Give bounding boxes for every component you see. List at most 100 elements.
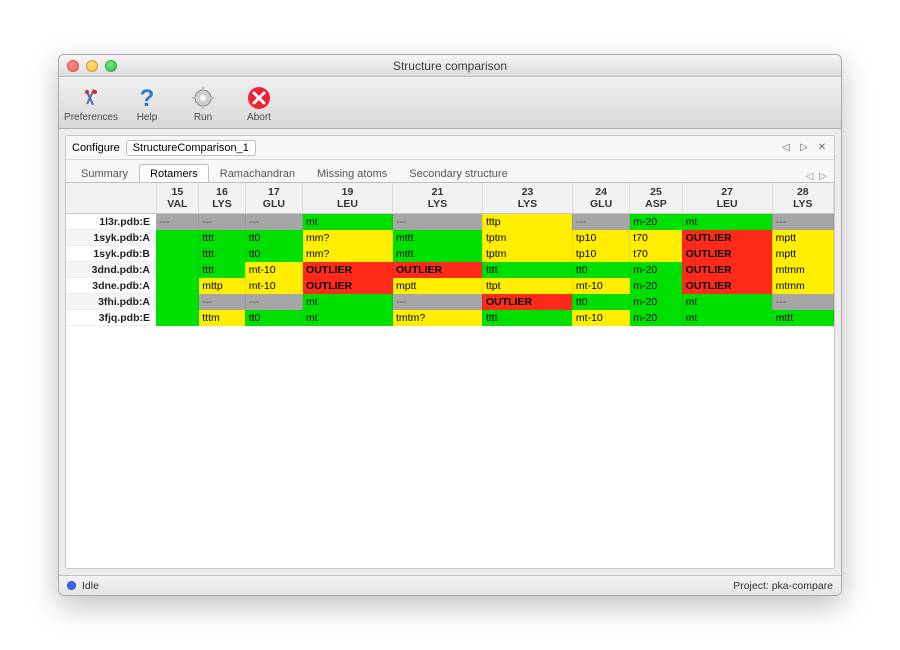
rotamer-cell[interactable]: tmtm? [393, 310, 483, 326]
rotamer-cell[interactable]: tp10 [572, 230, 629, 246]
rotamer-cell[interactable]: OUTLIER [393, 262, 483, 278]
row-header[interactable]: 3fjq.pdb:E [66, 310, 156, 326]
tab-secondary-structure[interactable]: Secondary structure [398, 164, 518, 183]
rotamer-cell[interactable]: tt0 [572, 262, 629, 278]
rotamer-cell[interactable]: OUTLIER [682, 262, 772, 278]
column-header[interactable]: 23LYS [482, 183, 572, 214]
rotamer-cell[interactable]: t70 [630, 246, 682, 262]
rotamer-cell[interactable]: mt [303, 214, 393, 230]
column-header[interactable]: 27LEU [682, 183, 772, 214]
tab-missing-atoms[interactable]: Missing atoms [306, 164, 398, 183]
rotamer-cell[interactable] [156, 310, 199, 326]
rotamer-cell[interactable]: tt0 [572, 294, 629, 310]
column-header[interactable]: 24GLU [572, 183, 629, 214]
rotamer-cell[interactable]: tttt [482, 262, 572, 278]
rotamer-cell[interactable]: m-20 [630, 310, 682, 326]
rotamer-cell[interactable]: --- [156, 214, 199, 230]
rotamer-cell[interactable]: --- [393, 294, 483, 310]
rotamer-cell[interactable] [156, 262, 199, 278]
rotamer-cell[interactable]: mptt [772, 230, 833, 246]
column-header[interactable]: 21LYS [393, 183, 483, 214]
column-header[interactable]: 16LYS [199, 183, 245, 214]
rotamer-cell[interactable]: ttpt [482, 278, 572, 294]
rotamer-cell[interactable]: tttm [199, 310, 245, 326]
rotamer-cell[interactable]: tttt [199, 230, 245, 246]
rotamer-cell[interactable]: mt-10 [245, 262, 302, 278]
rotamer-cell[interactable]: mt-10 [572, 310, 629, 326]
tab-scroll-right[interactable]: ▷ [816, 171, 830, 182]
rotamer-cell[interactable]: tttt [199, 262, 245, 278]
rotamer-cell[interactable]: mt [682, 294, 772, 310]
tab-ramachandran[interactable]: Ramachandran [209, 164, 306, 183]
run-button[interactable]: Run [179, 85, 227, 123]
tab-summary[interactable]: Summary [70, 164, 139, 183]
rotamer-cell[interactable]: t70 [630, 230, 682, 246]
rotamer-cell[interactable]: --- [199, 214, 245, 230]
rotamer-cell[interactable]: OUTLIER [303, 262, 393, 278]
row-header[interactable]: 3dne.pdb:A [66, 278, 156, 294]
row-header[interactable]: 1l3r.pdb:E [66, 214, 156, 230]
rotamer-cell[interactable]: m-20 [630, 278, 682, 294]
rotamer-cell[interactable] [156, 278, 199, 294]
rotamer-cell[interactable]: tp10 [572, 246, 629, 262]
rotamer-cell[interactable]: m-20 [630, 294, 682, 310]
rotamer-cell[interactable]: m-20 [630, 214, 682, 230]
rotamer-cell[interactable]: mt [303, 310, 393, 326]
rotamer-cell[interactable]: tttt [199, 246, 245, 262]
rotamer-table-wrap[interactable]: 15VAL16LYS17GLU19LEU21LYS23LYS24GLU25ASP… [66, 182, 834, 568]
help-button[interactable]: ? Help [123, 85, 171, 123]
rotamer-cell[interactable]: OUTLIER [303, 278, 393, 294]
rotamer-cell[interactable]: --- [572, 214, 629, 230]
rotamer-cell[interactable] [156, 246, 199, 262]
rotamer-cell[interactable]: tt0 [245, 230, 302, 246]
rotamer-cell[interactable]: tptm [482, 230, 572, 246]
tab-scroll-left[interactable]: ◁ [803, 171, 817, 182]
configure-select[interactable]: StructureComparison_1 [126, 140, 256, 156]
rotamer-cell[interactable]: tttp [482, 214, 572, 230]
rotamer-cell[interactable]: mttt [772, 310, 833, 326]
rotamer-cell[interactable]: OUTLIER [482, 294, 572, 310]
rotamer-cell[interactable]: OUTLIER [682, 278, 772, 294]
pane-close-button[interactable]: ✕ [816, 142, 828, 154]
row-header[interactable]: 3fhi.pdb:A [66, 294, 156, 310]
rotamer-cell[interactable]: mm? [303, 246, 393, 262]
pane-prev-button[interactable]: ◁ [780, 142, 792, 154]
column-header[interactable]: 15VAL [156, 183, 199, 214]
rotamer-cell[interactable]: tttt [482, 310, 572, 326]
rotamer-cell[interactable]: --- [245, 214, 302, 230]
rotamer-cell[interactable]: mtmm [772, 278, 833, 294]
column-header[interactable]: 17GLU [245, 183, 302, 214]
tab-rotamers[interactable]: Rotamers [139, 164, 209, 183]
rotamer-cell[interactable]: mt-10 [245, 278, 302, 294]
rotamer-cell[interactable] [156, 294, 199, 310]
rotamer-cell[interactable]: mt [682, 310, 772, 326]
column-header[interactable]: 25ASP [630, 183, 682, 214]
rotamer-cell[interactable]: --- [772, 214, 833, 230]
rotamer-cell[interactable]: mtmm [772, 262, 833, 278]
rotamer-cell[interactable]: tptm [482, 246, 572, 262]
rotamer-cell[interactable]: tt0 [245, 310, 302, 326]
rotamer-cell[interactable]: --- [772, 294, 833, 310]
rotamer-cell[interactable]: --- [245, 294, 302, 310]
pane-next-button[interactable]: ▷ [798, 142, 810, 154]
rotamer-cell[interactable]: mm? [303, 230, 393, 246]
rotamer-cell[interactable]: mt [303, 294, 393, 310]
preferences-button[interactable]: Preferences [67, 85, 115, 123]
rotamer-cell[interactable]: mttt [393, 230, 483, 246]
rotamer-cell[interactable]: mt [682, 214, 772, 230]
rotamer-cell[interactable]: mt-10 [572, 278, 629, 294]
rotamer-cell[interactable]: mttp [199, 278, 245, 294]
rotamer-cell[interactable]: OUTLIER [682, 230, 772, 246]
rotamer-cell[interactable]: mptt [772, 246, 833, 262]
row-header[interactable]: 1syk.pdb:B [66, 246, 156, 262]
row-header[interactable]: 3dnd.pdb:A [66, 262, 156, 278]
row-header[interactable]: 1syk.pdb:A [66, 230, 156, 246]
rotamer-cell[interactable]: m-20 [630, 262, 682, 278]
column-header[interactable]: 19LEU [303, 183, 393, 214]
rotamer-cell[interactable]: mptt [393, 278, 483, 294]
rotamer-cell[interactable]: --- [199, 294, 245, 310]
rotamer-cell[interactable]: tt0 [245, 246, 302, 262]
abort-button[interactable]: Abort [235, 85, 283, 123]
rotamer-cell[interactable]: --- [393, 214, 483, 230]
rotamer-cell[interactable]: mttt [393, 246, 483, 262]
